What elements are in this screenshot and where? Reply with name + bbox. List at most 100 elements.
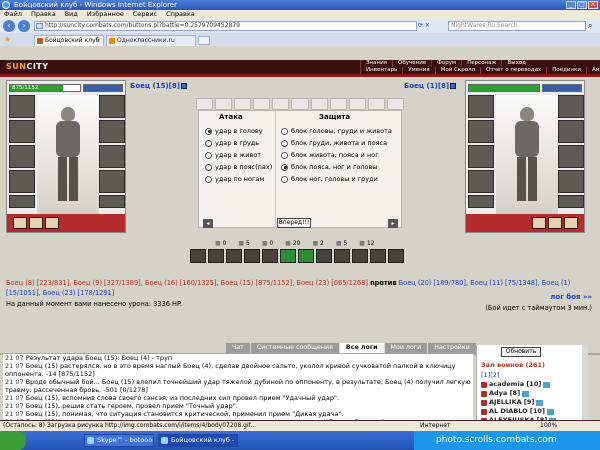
tab-combats[interactable]: Бойцовский клуб ×	[34, 35, 104, 46]
info-icon[interactable]	[522, 390, 530, 397]
maximize-button[interactable]: □	[577, 1, 587, 9]
refresh-icon[interactable]: ⟳ ✕	[418, 21, 446, 31]
menu-tools[interactable]: Сервис	[133, 10, 157, 19]
item-slot[interactable]	[468, 170, 494, 193]
subnav-link-5[interactable]: Анкета	[586, 67, 600, 74]
item-slot[interactable]	[99, 145, 125, 168]
attack-option[interactable]: удар в голову	[205, 125, 272, 137]
item-slot[interactable]	[9, 145, 35, 168]
radio-button[interactable]	[281, 163, 288, 171]
defense-option[interactable]: блок ног, головы и груди	[281, 173, 392, 185]
item-slot[interactable]	[9, 95, 35, 118]
ring-slot[interactable]	[13, 217, 27, 229]
team-left[interactable]: Боец (8) [223/831], Боец (9) [327/1389],…	[6, 279, 368, 287]
subnav-link-3[interactable]: Отчет о переводах	[480, 67, 546, 74]
search-input[interactable]: NightWares.Ru.Search	[448, 21, 586, 31]
info-icon[interactable]	[543, 381, 551, 388]
player-row[interactable]: Adya [8]	[481, 389, 587, 398]
item-slot[interactable]	[9, 120, 35, 143]
radio-button[interactable]	[281, 175, 288, 183]
item-slot[interactable]	[558, 145, 584, 168]
new-tab-button[interactable]	[198, 36, 210, 45]
player-name[interactable]: AL DIABLO [10]	[489, 407, 545, 416]
nav-link-4[interactable]: Выход	[501, 60, 531, 67]
player-name[interactable]: Adya [8]	[489, 389, 520, 398]
skill-icon[interactable]	[334, 249, 350, 263]
radio-button[interactable]	[281, 139, 288, 147]
player-name[interactable]: AJELLIKA [9]	[489, 398, 534, 407]
ring-slot[interactable]	[532, 217, 546, 229]
info-icon[interactable]	[536, 399, 544, 406]
chat-tab[interactable]: Мои логи	[384, 343, 429, 353]
item-slot[interactable]	[468, 120, 494, 143]
item-slot[interactable]	[558, 120, 584, 143]
item-slot[interactable]	[468, 195, 494, 208]
item-slot[interactable]	[99, 95, 125, 118]
radio-button[interactable]	[205, 163, 212, 171]
chat-tab[interactable]: Все логи	[339, 343, 385, 353]
item-slot[interactable]	[99, 170, 125, 193]
defense-option[interactable]: блок пояса, ног и головы	[281, 161, 392, 173]
item-slot[interactable]	[99, 195, 125, 208]
search-icon[interactable]: ⌕	[588, 21, 598, 31]
favorites-star-icon[interactable]: ★	[4, 35, 11, 44]
nav-link-3[interactable]: Персонаж	[461, 60, 501, 67]
subnav-link-4[interactable]: Поединки	[546, 67, 586, 74]
ring-slot[interactable]	[45, 217, 59, 229]
player-row[interactable]: academia [10]	[481, 380, 587, 389]
minimize-button[interactable]: _	[566, 1, 576, 9]
skill-icon[interactable]	[316, 249, 332, 263]
skill-icon[interactable]	[208, 249, 224, 263]
radio-button[interactable]	[281, 151, 288, 159]
tab-close-icon[interactable]: ×	[96, 36, 101, 46]
item-slot[interactable]	[99, 120, 125, 143]
chat-tab[interactable]: Системные сообщения	[250, 343, 340, 353]
radio-button[interactable]	[205, 151, 212, 159]
refresh-button[interactable]: Обновить	[501, 347, 541, 357]
forward-button[interactable]: Вперед!!!	[277, 218, 311, 228]
right-fighter-name[interactable]: Боец (1)[8]	[404, 82, 457, 90]
skill-icon[interactable]	[190, 249, 206, 263]
radio-button[interactable]	[281, 127, 288, 135]
skill-icon[interactable]	[262, 249, 278, 263]
attack-option[interactable]: удар в живот	[205, 149, 272, 161]
right-arrow-icon[interactable]: ▸	[388, 219, 398, 228]
taskbar-browser[interactable]: Бойцовский клуб - ...	[158, 434, 238, 447]
tab-odnoklassniki[interactable]: Одноклассники.ru	[106, 35, 196, 46]
item-slot[interactable]	[468, 145, 494, 168]
defense-option[interactable]: блок груди, живота и пояса	[281, 137, 392, 149]
menu-help[interactable]: Справка	[166, 10, 195, 19]
radio-button[interactable]	[205, 175, 212, 183]
subnav-link-2[interactable]: Мой Скролл	[434, 67, 480, 74]
item-slot[interactable]	[558, 195, 584, 208]
skill-icon[interactable]	[352, 249, 368, 263]
menu-edit[interactable]: Правка	[31, 10, 56, 19]
battle-log-link[interactable]: лог боя »»	[550, 293, 592, 301]
subnav-link-0[interactable]: Инвентарь	[360, 67, 402, 74]
defense-option[interactable]: блок головы, груди и живота	[281, 125, 392, 137]
subnav-link-1[interactable]: Умения	[402, 67, 434, 74]
zoom-level[interactable]: 100%	[540, 421, 557, 431]
forward-arrow-icon[interactable]: ›	[18, 20, 30, 32]
ring-slot[interactable]	[29, 217, 43, 229]
item-slot[interactable]	[558, 170, 584, 193]
back-arrow-icon[interactable]: ‹	[3, 20, 15, 32]
skill-icon[interactable]	[388, 249, 404, 263]
item-slot[interactable]	[9, 170, 35, 193]
ring-slot[interactable]	[564, 217, 578, 229]
nav-link-0[interactable]: Знания	[360, 60, 392, 67]
left-fighter-name[interactable]: Боец (15)[8]	[130, 82, 187, 90]
start-button[interactable]	[0, 431, 26, 450]
chat-tab[interactable]: Чат	[226, 343, 251, 353]
left-arrow-icon[interactable]: ◂	[203, 219, 213, 228]
page-links[interactable]: [1][2]	[481, 371, 499, 379]
attack-option[interactable]: удар в грудь	[205, 137, 272, 149]
info-icon[interactable]	[546, 408, 554, 415]
attack-option[interactable]: удар в пояс(пах)	[205, 161, 272, 173]
skill-icon[interactable]	[370, 249, 386, 263]
chat-tab[interactable]: Настройки	[428, 343, 477, 353]
skill-icon[interactable]	[226, 249, 242, 263]
menu-favorites[interactable]: Избранное	[87, 10, 124, 19]
defense-option[interactable]: блок живота, пояса и ног	[281, 149, 392, 161]
close-button[interactable]: ×	[588, 1, 598, 9]
